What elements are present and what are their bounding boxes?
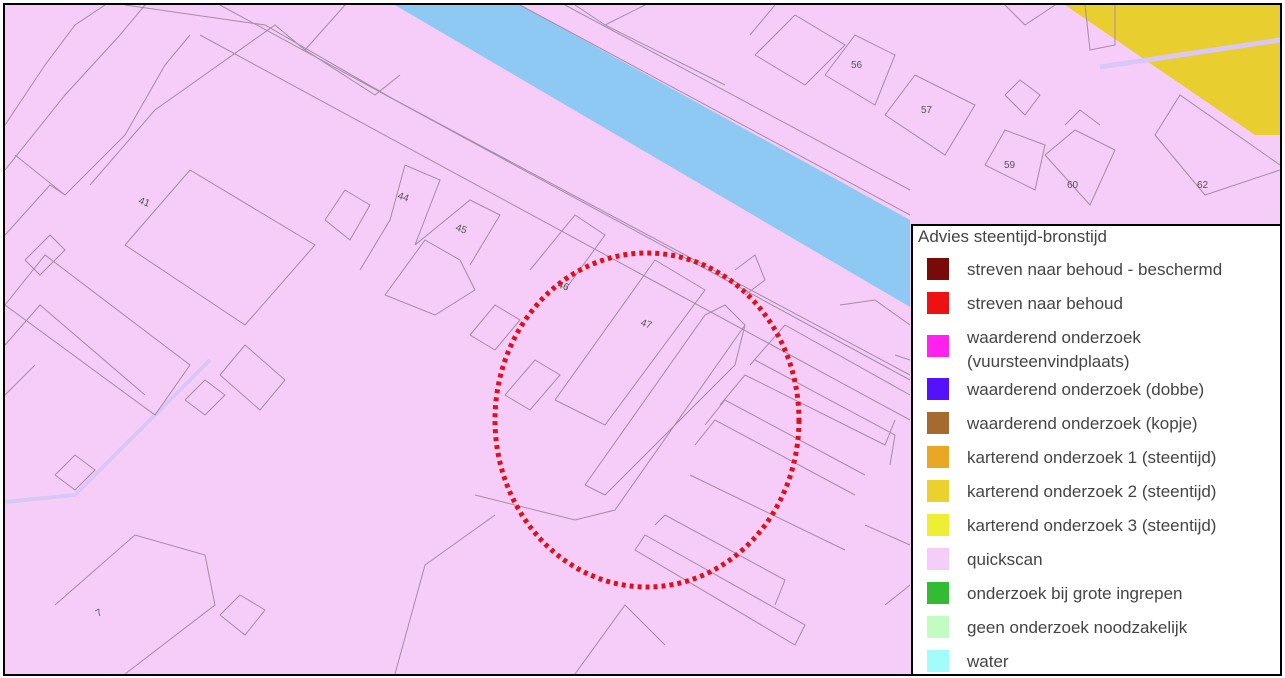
parcel-number: 56: [851, 60, 863, 71]
legend-swatch: [927, 258, 949, 280]
legend-label: quickscan: [967, 550, 1043, 569]
legend-swatch: [927, 548, 949, 570]
legend-label: karterend onderzoek 3 (steentijd): [967, 516, 1217, 535]
legend-label: streven naar behoud - beschermd: [967, 260, 1223, 279]
legend-swatch: [927, 446, 949, 468]
legend-swatch: [927, 292, 949, 314]
parcel-number: 62: [1197, 180, 1209, 191]
legend-swatch: [927, 480, 949, 502]
legend-label: water: [967, 652, 1009, 671]
legend-swatch: [927, 514, 949, 536]
legend-label: onderzoek bij grote ingrepen: [967, 584, 1183, 603]
legend-label: waarderend onderzoek: [967, 328, 1141, 347]
map-frame: 41 44 45 46 47 56 57 59 60 62 7 Advies s…: [3, 3, 1282, 676]
map-legend: Advies steentijd-bronstijd streven naar …: [911, 224, 1280, 674]
parcel-number: 60: [1067, 180, 1079, 191]
legend-label-line2: (vuursteenvindplaats): [967, 352, 1130, 371]
legend-swatch: [927, 650, 949, 672]
legend-label: waarderend onderzoek (kopje): [967, 414, 1198, 433]
legend-label: geen onderzoek noodzakelijk: [967, 618, 1188, 637]
parcel-number: 59: [1004, 160, 1016, 171]
legend-label: streven naar behoud: [967, 294, 1123, 313]
legend-swatch: [927, 616, 949, 638]
legend-label: waarderend onderzoek (dobbe): [967, 380, 1205, 399]
legend-title: Advies steentijd-bronstijd: [918, 227, 1107, 246]
parcel-number: 57: [921, 105, 933, 116]
legend-label: karterend onderzoek 1 (steentijd): [967, 448, 1217, 467]
legend-swatch: [927, 335, 949, 357]
legend-swatch: [927, 378, 949, 400]
legend-label: karterend onderzoek 2 (steentijd): [967, 482, 1217, 501]
legend-swatch: [927, 582, 949, 604]
legend-swatch: [927, 412, 949, 434]
